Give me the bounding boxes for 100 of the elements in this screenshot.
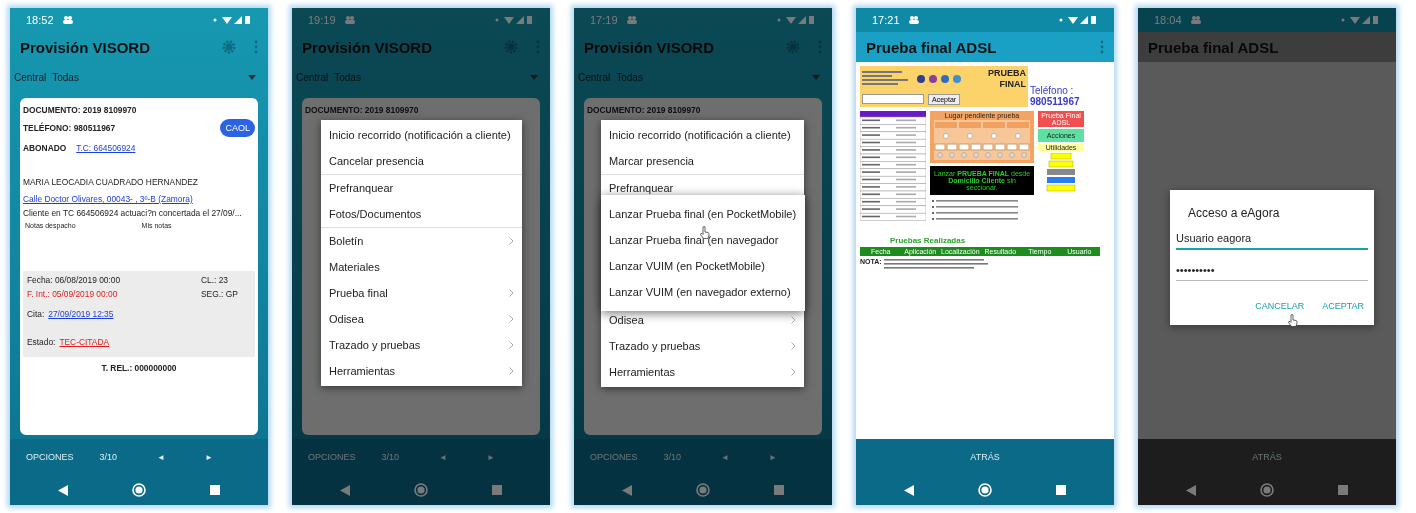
cl-text: CL.: 23 <box>201 275 229 285</box>
back-icon[interactable] <box>1186 484 1196 496</box>
appointment-label: Cita: <box>27 309 45 319</box>
more-options-icon[interactable] <box>1100 40 1104 54</box>
subscriber-link[interactable]: T.C: 664506924 <box>76 143 136 153</box>
notification-icon <box>907 15 920 25</box>
address-link[interactable]: Calle Doctor Olivares, 00043- , 3º-B (Zamora) <box>23 194 255 204</box>
notification-icon <box>1189 15 1202 25</box>
menu-item[interactable]: Cancelar presencia <box>321 148 522 175</box>
status-time: 18:52 <box>26 14 54 26</box>
next-button[interactable]: ► <box>204 452 213 462</box>
status-icons-drawing <box>212 15 252 25</box>
back-icon[interactable] <box>622 484 632 496</box>
home-icon[interactable] <box>696 483 710 497</box>
document-number: DOCUMENTO: 2019 8109970 <box>305 105 420 115</box>
back-button[interactable]: ATRÁS <box>1252 452 1282 462</box>
menu-item[interactable]: Materiales <box>321 254 522 280</box>
menu-item[interactable]: Herramientas <box>321 358 522 384</box>
state-label: Estado: <box>27 337 56 347</box>
chevron-icon <box>509 315 514 323</box>
appointment-link[interactable]: 27/09/2019 12:35 <box>48 309 114 319</box>
chevron-icon <box>791 342 796 350</box>
back-icon[interactable] <box>340 484 350 496</box>
utility-buttons-drawing <box>1043 152 1079 193</box>
menu-item[interactable]: Fotos/Documentos <box>321 201 522 228</box>
notification-icon <box>61 15 74 25</box>
options-button[interactable]: OPCIONES <box>26 452 74 462</box>
dropdown-caret-icon[interactable] <box>248 74 256 80</box>
menu-item[interactable]: Boletín <box>321 228 522 254</box>
filter-label: Central <box>14 71 47 83</box>
chevron-icon <box>509 341 514 349</box>
dialog-title: Acceso a eAgora <box>1188 206 1281 220</box>
results-title: Pruebas Realizadas <box>890 235 967 245</box>
home-icon[interactable] <box>132 483 146 497</box>
chevron-icon <box>509 237 514 245</box>
status-icons-drawing <box>494 15 534 25</box>
state-link[interactable]: TEC-CITADA <box>59 337 110 347</box>
back-icon[interactable] <box>58 484 68 496</box>
page-heading: PRUEBA FINAL <box>987 68 1026 90</box>
app-title: Provisión VISORD <box>20 38 151 56</box>
app-icons-drawing <box>916 73 964 84</box>
home-icon[interactable] <box>414 483 428 497</box>
document-number: DOCUMENTO: 2019 8109970 <box>23 105 138 115</box>
status-icons-drawing <box>1340 15 1380 25</box>
menu-item[interactable]: Trazado y pruebas <box>321 332 522 358</box>
document-number: DOCUMENTO: 2019 8109970 <box>587 105 702 115</box>
settings-icon[interactable] <box>222 40 236 54</box>
phone-number: 980511967 <box>1030 95 1080 107</box>
menu-item[interactable]: Trazado y pruebas <box>601 333 804 359</box>
menu-item[interactable]: Inicio recorrido (notificación a cliente) <box>321 122 522 148</box>
back-icon[interactable] <box>904 484 914 496</box>
chevron-icon <box>509 289 514 297</box>
status-time: 18:04 <box>1154 14 1182 26</box>
app-title: Provisión VISORD <box>584 38 715 56</box>
chevron-icon <box>509 367 514 375</box>
menu-item[interactable]: Marcar presencia <box>601 148 804 175</box>
home-icon[interactable] <box>1260 483 1274 497</box>
customer-name: MARIA LEOCADIA CUADRADO HERNANDEZ <box>23 177 199 187</box>
app-title: Prueba final ADSL <box>866 38 997 56</box>
chevron-icon <box>791 368 796 376</box>
dropdown-caret-icon[interactable] <box>530 74 538 80</box>
menu-item[interactable]: Prueba final <box>321 280 522 306</box>
submenu-item[interactable]: Lanzar VUIM (en PocketMobile) <box>601 253 805 279</box>
internal-date-text: F. Int.: 05/09/2019 00:00 <box>27 289 118 299</box>
subscriber-label: ABONADO <box>23 143 67 153</box>
home-icon[interactable] <box>978 483 992 497</box>
filter-label: Central <box>296 71 329 83</box>
status-icons-drawing <box>776 15 816 25</box>
status-badge: CAOL <box>220 119 255 137</box>
notification-icon <box>625 15 638 25</box>
chevron-icon <box>791 316 796 324</box>
menu-item[interactable]: Prefranquear <box>321 175 522 201</box>
dropdown-caret-icon[interactable] <box>812 74 820 80</box>
previous-button[interactable]: ◄ <box>157 452 165 462</box>
submenu-item[interactable]: Lanzar Prueba final (en PocketMobile) <box>601 201 805 227</box>
more-options-icon[interactable] <box>254 40 258 54</box>
status-icons-drawing <box>1058 15 1098 25</box>
rel-number: T. REL.: 000000000 <box>101 363 177 373</box>
menu-item[interactable]: Odisea <box>321 306 522 332</box>
status-time: 19:19 <box>308 14 336 26</box>
page-counter: 3/10 <box>99 452 118 462</box>
submenu-item[interactable]: Lanzar Prueba final (en navegador <box>601 227 805 253</box>
filter-dropdown[interactable]: Todas <box>52 71 79 83</box>
serial-input-field[interactable] <box>862 94 924 105</box>
menu-item[interactable]: Inicio recorrido (notificación a cliente) <box>601 122 804 148</box>
back-button[interactable]: ATRÁS <box>970 452 1000 462</box>
customer-note: Cliente en TC 664506924 actuaci?n concertada el 27/09/... <box>23 208 243 218</box>
menu-item[interactable]: Herramientas <box>601 359 804 385</box>
notification-icon <box>343 15 356 25</box>
page-counter: 3/10 <box>663 452 682 462</box>
filter-label: Central <box>578 71 611 83</box>
submenu-item[interactable]: Lanzar VUIM (en navegador externo) <box>601 279 805 305</box>
page-counter: 3/10 <box>381 452 400 462</box>
app-title: Provisión VISORD <box>302 38 433 56</box>
menu-item[interactable]: Odisea <box>601 307 804 333</box>
seg-text: SEG.: GP <box>201 289 239 299</box>
status-time: 17:19 <box>590 14 618 26</box>
date-text: Fecha: 06/08/2019 00:00 <box>27 275 121 285</box>
status-time: 17:21 <box>872 14 900 26</box>
phone-number: TELÉFONO: 980511967 <box>23 123 116 133</box>
